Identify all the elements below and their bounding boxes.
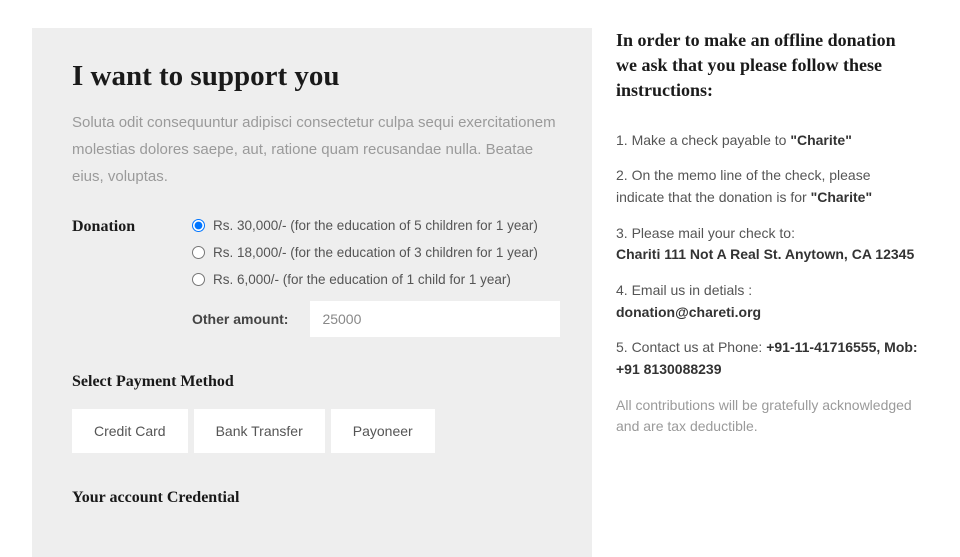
credential-title: Your account Credential: [72, 489, 560, 507]
other-amount-input[interactable]: [310, 301, 560, 337]
offline-donation-panel: In order to make an offline donation we …: [616, 28, 928, 557]
offline-step-5: 5. Contact us at Phone: +91-11-41716555,…: [616, 337, 920, 380]
offline-footer: All contributions will be gratefully ack…: [616, 395, 920, 438]
donation-label: Donation: [72, 218, 152, 236]
other-amount-label: Other amount:: [192, 311, 288, 327]
donation-radio-2[interactable]: [192, 273, 205, 286]
donation-option-label: Rs. 30,000/- (for the education of 5 chi…: [213, 218, 538, 233]
offline-step-1: 1. Make a check payable to "Charite": [616, 130, 920, 152]
offline-step-3: 3. Please mail your check to:Chariti 111…: [616, 223, 920, 266]
payment-bank-transfer-button[interactable]: Bank Transfer: [194, 409, 325, 453]
donation-option-2[interactable]: Rs. 6,000/- (for the education of 1 chil…: [192, 272, 560, 287]
donation-option-0[interactable]: Rs. 30,000/- (for the education of 5 chi…: [192, 218, 560, 233]
payment-method-title: Select Payment Method: [72, 373, 560, 391]
donation-option-label: Rs. 6,000/- (for the education of 1 chil…: [213, 272, 511, 287]
payment-payoneer-button[interactable]: Payoneer: [331, 409, 435, 453]
donation-form-panel: I want to support you Soluta odit conseq…: [32, 28, 592, 557]
donation-option-1[interactable]: Rs. 18,000/- (for the education of 3 chi…: [192, 245, 560, 260]
page-title: I want to support you: [72, 60, 560, 93]
offline-step-4: 4. Email us in detials :donation@chareti…: [616, 280, 920, 323]
donation-radio-1[interactable]: [192, 246, 205, 259]
payment-credit-card-button[interactable]: Credit Card: [72, 409, 188, 453]
donation-radio-0[interactable]: [192, 219, 205, 232]
offline-step-2: 2. On the memo line of the check, please…: [616, 165, 920, 208]
offline-title: In order to make an offline donation we …: [616, 28, 920, 104]
donation-option-label: Rs. 18,000/- (for the education of 3 chi…: [213, 245, 538, 260]
intro-text: Soluta odit consequuntur adipisci consec…: [72, 109, 560, 190]
